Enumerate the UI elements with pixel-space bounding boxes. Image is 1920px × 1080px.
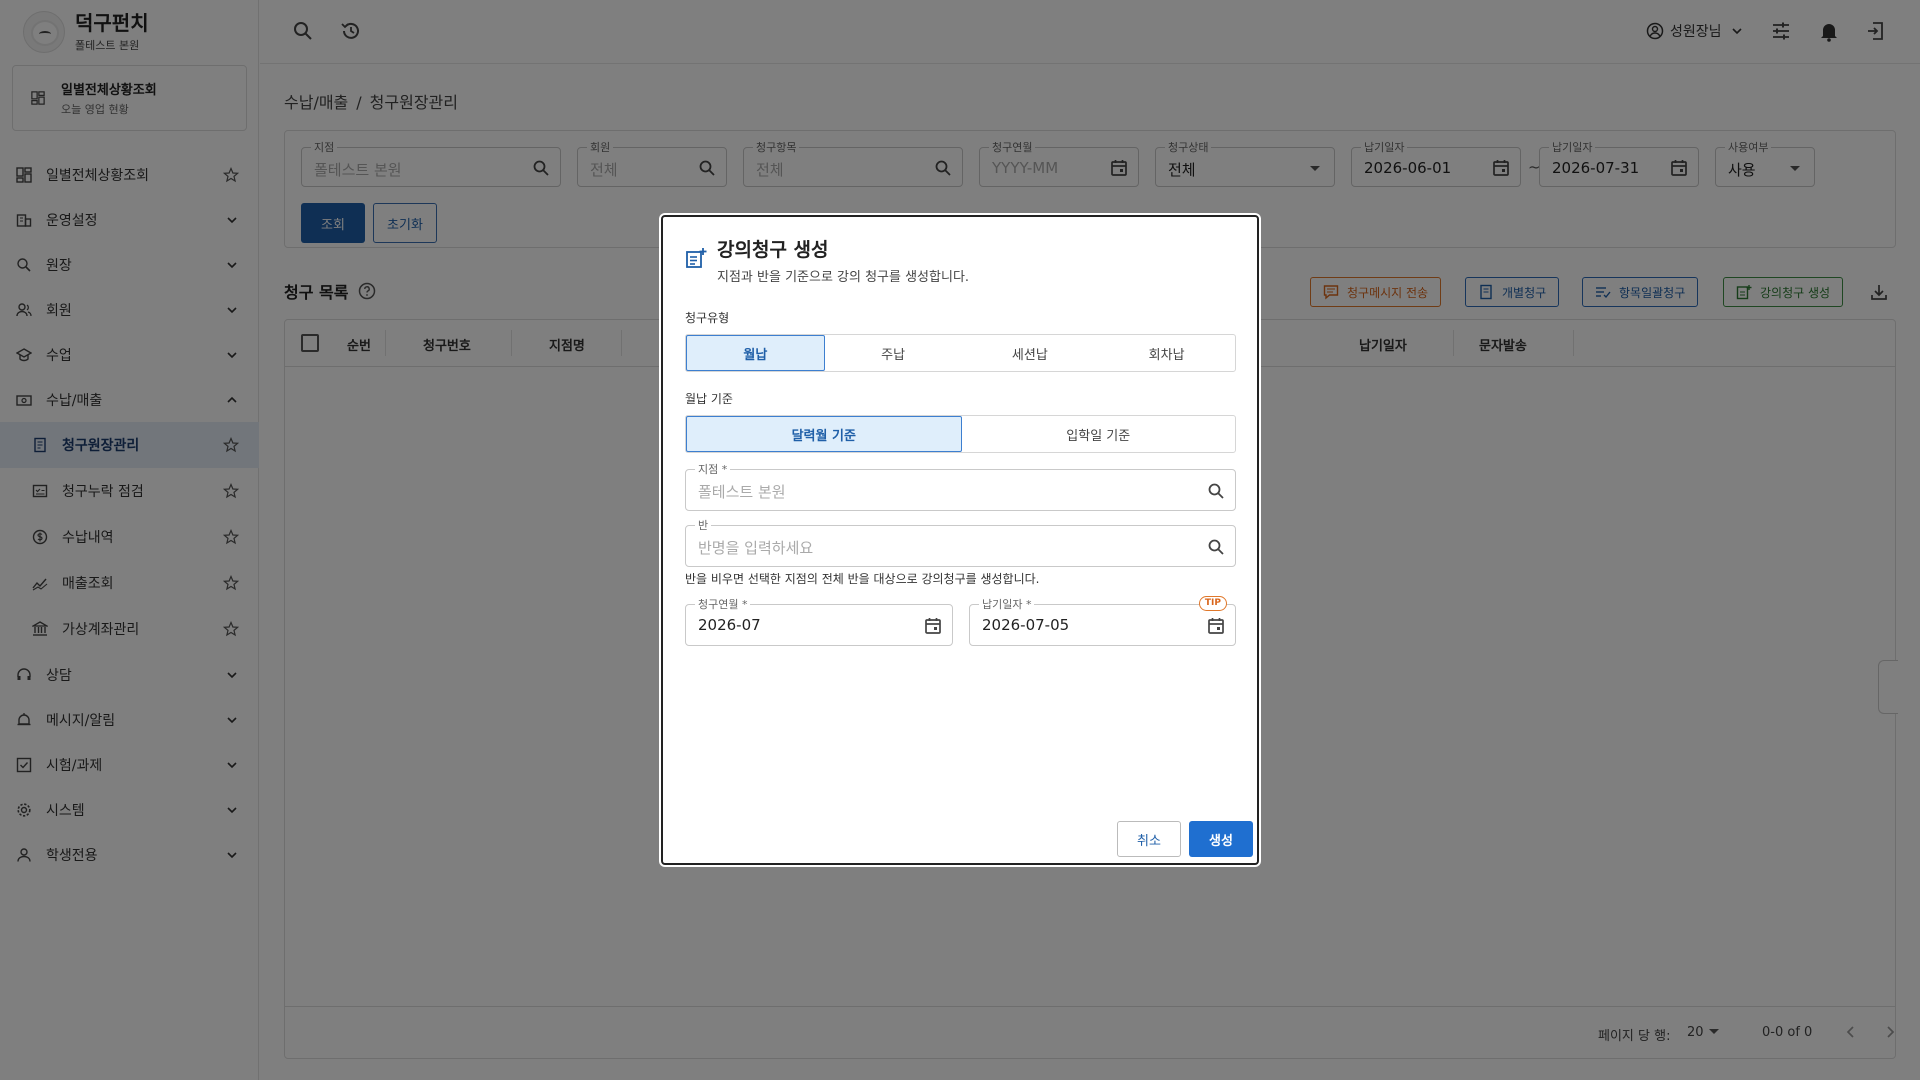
monthly-basis-toggle: 달력월 기준 입학일 기준 [685,415,1236,453]
field-label: 청구연월 * [695,596,751,612]
billing-type-session[interactable]: 세션납 [962,335,1099,371]
branch-field[interactable]: 지점 * 폴테스트 본원 [685,461,1236,511]
dialog-title: 강의청구 생성 [717,239,829,261]
search-icon[interactable] [1207,482,1225,500]
calendar-icon[interactable] [924,617,942,635]
dialog-header: 강의청구 생성 지점과 반을 기준으로 강의 청구를 생성합니다. [685,235,969,285]
billing-type-toggle: 월납 주납 세션납 회차납 [685,334,1236,372]
note-add-icon [686,248,707,268]
create-button[interactable]: 생성 [1189,821,1253,857]
calendar-icon[interactable] [1207,617,1225,635]
field-label: 반 [695,517,712,533]
class-field[interactable]: 반 반명을 입력하세요 [685,517,1236,567]
tip-badge[interactable]: TIP [1198,596,1227,611]
billing-type-monthly[interactable]: 월납 [686,335,825,371]
due-date-field[interactable]: 납기일자 * TIP 2026-07-05 [969,596,1236,646]
billing-type-per-count[interactable]: 회차납 [1098,335,1235,371]
dialog-subtitle: 지점과 반을 기준으로 강의 청구를 생성합니다. [717,270,970,285]
billing-type-weekly[interactable]: 주납 [825,335,962,371]
field-label: 지점 * [695,461,731,477]
basis-admission-date[interactable]: 입학일 기준 [962,416,1236,452]
monthly-basis-label: 월납 기준 [685,392,733,406]
billing-type-label: 청구유형 [685,311,730,325]
lecture-billing-dialog: 강의청구 생성 지점과 반을 기준으로 강의 청구를 생성합니다. 청구유형 월… [661,215,1259,865]
basis-calendar-month[interactable]: 달력월 기준 [686,416,962,452]
billing-month-field[interactable]: 청구연월 * 2026-07 [685,596,953,646]
class-helper-text: 반을 비우면 선택한 지점의 전체 반을 대상으로 강의청구를 생성합니다. [685,572,1040,586]
search-icon[interactable] [1207,538,1225,556]
field-placeholder: 폴테스트 본원 [698,483,786,501]
field-value: 2026-07-05 [982,616,1070,634]
field-label: 납기일자 * [979,596,1035,612]
cancel-button[interactable]: 취소 [1117,821,1181,857]
field-placeholder: 반명을 입력하세요 [698,539,814,557]
field-value: 2026-07 [698,616,761,634]
